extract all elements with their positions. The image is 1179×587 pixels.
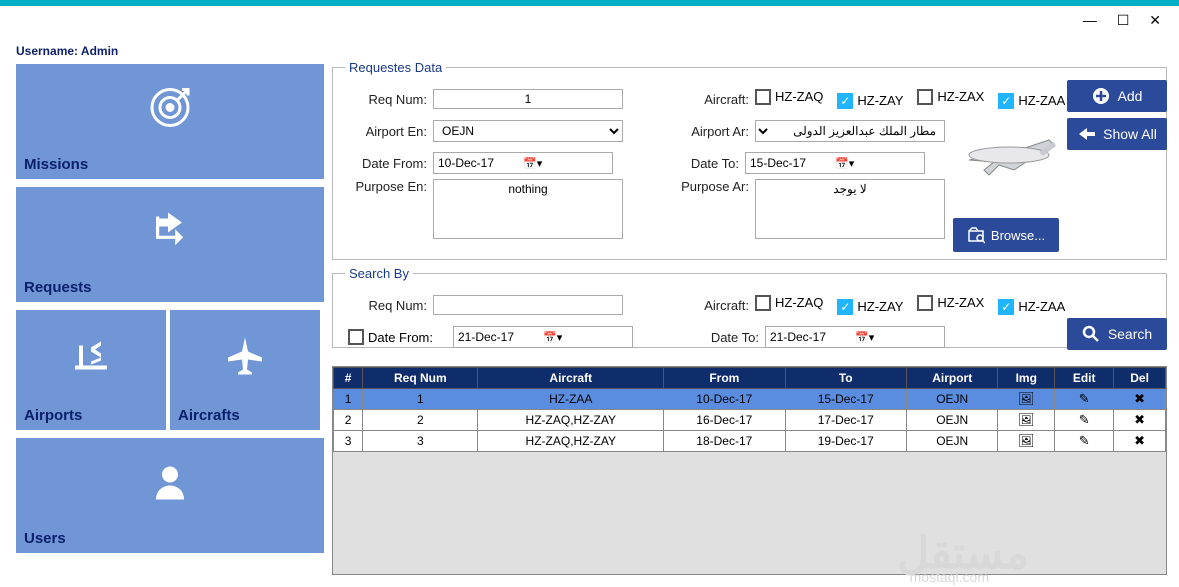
results-table: #Req NumAircraftFromToAirportImgEditDel … — [333, 367, 1166, 452]
titlebar: — ☐ ✕ — [0, 0, 1179, 34]
tile-label: Requests — [24, 279, 92, 296]
target-icon — [148, 86, 192, 135]
calendar-icon: 📅▾ — [835, 157, 920, 170]
col-header[interactable]: Aircraft — [478, 368, 664, 389]
req-num-label: Req Num: — [345, 92, 427, 107]
maximize-icon[interactable]: ☐ — [1117, 12, 1138, 28]
table-row[interactable]: 33HZ-ZAQ,HZ-ZAY18-Dec-1719-Dec-17OEJN🖼✎✖ — [334, 431, 1166, 452]
airport-en-label: Airport En: — [345, 124, 427, 139]
edit-icon[interactable]: ✎ — [1055, 389, 1114, 410]
date-from-label: Date From: — [345, 156, 427, 171]
col-header[interactable]: Airport — [906, 368, 997, 389]
show-all-button[interactable]: Show All — [1067, 118, 1167, 150]
purpose-en-label: Purpose En: — [345, 179, 427, 194]
tile-label: Airports — [24, 407, 82, 424]
img-icon[interactable]: 🖼 — [998, 410, 1055, 431]
search-date-from-picker[interactable]: 21-Dec-17📅▾ — [453, 326, 633, 348]
date-from-picker[interactable]: 10-Dec-17📅▾ — [433, 152, 613, 174]
browse-button[interactable]: Browse... — [953, 218, 1059, 252]
search-aircraft-checkbox-HZ-ZAX[interactable]: HZ-ZAX — [917, 295, 984, 311]
tile-requests[interactable]: Requests — [16, 187, 324, 302]
img-icon[interactable]: 🖼 — [998, 389, 1055, 410]
airport-en-select[interactable]: OEJN — [433, 120, 623, 142]
tile-users[interactable]: Users — [16, 438, 324, 553]
date-to-picker[interactable]: 15-Dec-17📅▾ — [745, 152, 925, 174]
delete-icon[interactable]: ✖ — [1114, 389, 1166, 410]
airport-ar-label: Airport Ar: — [675, 124, 749, 139]
search-legend: Search By — [345, 266, 413, 281]
col-header[interactable]: Del — [1114, 368, 1166, 389]
table-row[interactable]: 22HZ-ZAQ,HZ-ZAY16-Dec-1717-Dec-17OEJN🖼✎✖ — [334, 410, 1166, 431]
search-aircraft-label: Aircraft: — [675, 298, 749, 313]
aircraft-icon — [225, 336, 265, 381]
col-header[interactable]: Req Num — [363, 368, 478, 389]
search-date-to-picker[interactable]: 21-Dec-17📅▾ — [765, 326, 945, 348]
search-req-num-label: Req Num: — [345, 298, 427, 313]
edit-icon[interactable]: ✎ — [1055, 431, 1114, 452]
purpose-ar-input[interactable]: لا يوجد — [755, 179, 945, 239]
minimize-icon[interactable]: — — [1083, 12, 1105, 28]
purpose-ar-label: Purpose Ar: — [675, 179, 749, 194]
img-icon[interactable]: 🖼 — [998, 431, 1055, 452]
tile-label: Aircrafts — [178, 407, 240, 424]
req-aircraft-checkbox-HZ-ZAY[interactable]: ✓HZ-ZAY — [837, 93, 903, 109]
delete-icon[interactable]: ✖ — [1114, 410, 1166, 431]
results-table-container: #Req NumAircraftFromToAirportImgEditDel … — [332, 366, 1167, 575]
search-req-num-input[interactable] — [433, 295, 623, 315]
airport-ar-select[interactable]: مطار الملك عبدالعزيز الدولى — [755, 120, 945, 142]
search-aircraft-checkbox-HZ-ZAA[interactable]: ✓HZ-ZAA — [998, 299, 1065, 315]
date-from-checkbox[interactable]: Date From: — [345, 329, 433, 345]
username-label: Username: Admin — [16, 44, 118, 58]
search-button[interactable]: Search — [1067, 318, 1167, 350]
tile-label: Missions — [24, 156, 88, 173]
user-icon — [150, 462, 190, 507]
search-by-panel: Search By Req Num: Aircraft: HZ-ZAQ ✓HZ-Z… — [332, 266, 1167, 348]
col-header[interactable]: Edit — [1055, 368, 1114, 389]
col-header[interactable]: To — [785, 368, 906, 389]
purpose-en-input[interactable]: nothing — [433, 179, 623, 239]
table-row[interactable]: 11HZ-ZAA10-Dec-1715-Dec-17OEJN🖼✎✖ — [334, 389, 1166, 410]
calendar-icon: 📅▾ — [543, 331, 628, 344]
plane-icon — [959, 120, 1059, 185]
col-header[interactable]: From — [664, 368, 785, 389]
col-header[interactable]: # — [334, 368, 363, 389]
search-aircraft-checkbox-HZ-ZAY[interactable]: ✓HZ-ZAY — [837, 299, 903, 315]
date-to-label: Date To: — [665, 156, 739, 171]
close-icon[interactable]: ✕ — [1149, 12, 1169, 28]
aircraft-label: Aircraft: — [675, 92, 749, 107]
req-aircraft-checkbox-HZ-ZAA[interactable]: ✓HZ-ZAA — [998, 93, 1065, 109]
col-header[interactable]: Img — [998, 368, 1055, 389]
delete-icon[interactable]: ✖ — [1114, 431, 1166, 452]
tile-airports[interactable]: Airports — [16, 310, 166, 430]
calendar-icon: 📅▾ — [855, 331, 940, 344]
airport-icon — [71, 336, 111, 381]
req-aircraft-checkbox-HZ-ZAX[interactable]: HZ-ZAX — [917, 89, 984, 105]
req-num-input[interactable] — [433, 89, 623, 109]
calendar-icon: 📅▾ — [523, 157, 608, 170]
add-button[interactable]: Add — [1067, 80, 1167, 112]
search-aircraft-checkbox-HZ-ZAQ[interactable]: HZ-ZAQ — [755, 295, 823, 311]
req-aircraft-checkbox-HZ-ZAQ[interactable]: HZ-ZAQ — [755, 89, 823, 105]
share-icon — [148, 209, 192, 258]
search-date-to-label: Date To: — [685, 330, 759, 345]
edit-icon[interactable]: ✎ — [1055, 410, 1114, 431]
tile-label: Users — [24, 530, 66, 547]
requests-legend: Requestes Data — [345, 60, 446, 75]
tile-missions[interactable]: Missions — [16, 64, 324, 179]
tile-aircrafts[interactable]: Aircrafts — [170, 310, 320, 430]
